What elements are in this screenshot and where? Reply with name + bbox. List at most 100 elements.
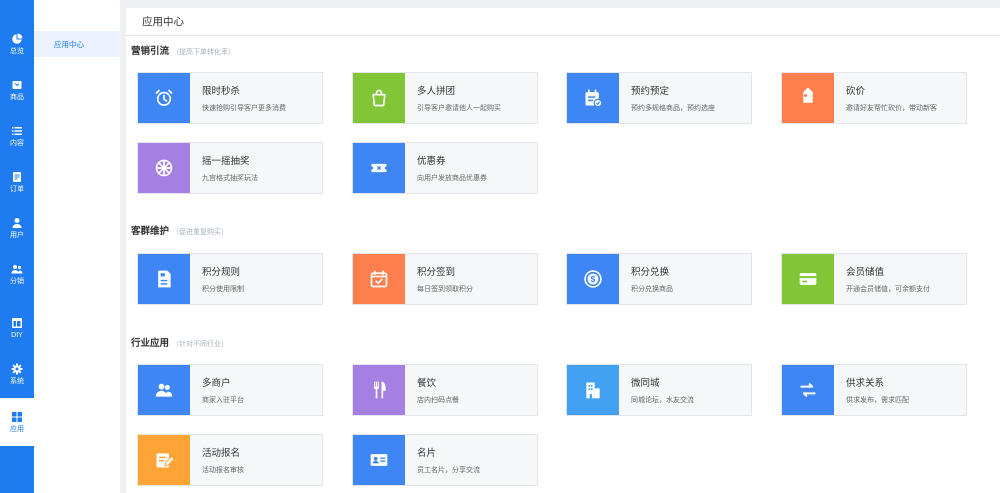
gear-icon <box>11 363 23 374</box>
sidebar-item-label: 商品 <box>10 93 24 101</box>
app-card-reservation[interactable]: 预约预定预约多规格商品，预约选座 <box>566 72 752 124</box>
app-card-desc: 员工名片，分享交流 <box>417 467 480 474</box>
calendar-check-icon <box>585 89 603 108</box>
price-tag-icon <box>803 88 813 103</box>
sidebar-item-label: 系统 <box>10 377 24 385</box>
order-icon <box>13 171 21 182</box>
app-card-title: 限时秒杀 <box>202 86 241 97</box>
product-icon <box>12 80 22 89</box>
app-card-desc: 开通会员储值，可余额支付 <box>846 286 930 293</box>
app-card-points-exchange[interactable]: $ 积分兑换积分兑换商品 <box>566 253 752 305</box>
app-center-content: 营销引流 （提高下单转化率） 限时秒杀 快速抢购引导客户更多消费 多人拼团 引导客户邀… <box>126 36 1000 493</box>
main-sidebar: 总览 商品 内容 订单 用户 分销 DIY 系统 应用 <box>0 0 34 493</box>
app-card-title: 活动报名 <box>202 448 241 459</box>
sidebar-item-label: 分销 <box>10 277 24 285</box>
app-card-lottery[interactable]: 摇一摇抽奖 九宫格式抽奖玩法 <box>137 142 323 194</box>
app-card-desc: 店内扫码点餐 <box>417 397 459 404</box>
app-card-group-buy[interactable]: 多人拼团引导客户邀请他人一起购买 <box>352 72 538 124</box>
exchange-arrows-icon <box>800 383 816 397</box>
pie-chart-icon <box>12 33 23 44</box>
app-card-desc: 积分使用限制 <box>202 286 244 293</box>
prize-wheel-icon <box>155 159 173 177</box>
sidebar-item-orders[interactable]: 订单 <box>0 159 34 205</box>
section-hint: （促进重复购买） <box>172 229 229 236</box>
credit-card-icon <box>799 273 817 285</box>
app-card-title: 预约预定 <box>631 86 670 97</box>
layout-icon <box>12 317 22 328</box>
app-card-local-city[interactable]: 微同城同城论坛，水友交流 <box>566 364 752 416</box>
dollar-coin-icon: $ <box>584 270 602 288</box>
app-card-catering[interactable]: 餐饮 店内扫码点餐 <box>352 364 538 416</box>
app-card-event-signup[interactable]: 活动报名活动报名审核 <box>137 434 323 486</box>
app-card-points-rules[interactable]: 积分规则 积分使用限制 <box>137 253 323 305</box>
user-icon <box>12 217 22 228</box>
alarm-clock-icon <box>155 89 173 106</box>
app-card-supply-demand[interactable]: 供求关系供求发布，需求匹配 <box>781 364 967 416</box>
sidebar-item-label: 总览 <box>10 47 24 55</box>
app-card-flash-sale[interactable]: 限时秒杀快速抢购引导客户更多消费 <box>137 72 323 124</box>
app-card-multi-merchant[interactable]: 多商户 商家入驻平台 <box>137 364 323 416</box>
app-card-desc: 供求发布，需求匹配 <box>846 397 909 404</box>
coupon-icon <box>371 163 387 173</box>
app-card-coupon[interactable]: 优惠券向用户发放商品优惠券 <box>352 142 538 194</box>
app-card-desc: 活动报名审核 <box>202 467 244 474</box>
app-card-desc: 快速抢购引导客户更多消费 <box>202 105 286 112</box>
document-icon <box>158 270 171 288</box>
sidebar-item-label: 应用 <box>10 425 24 433</box>
sidebar-item-apps[interactable]: 应用 <box>0 398 34 446</box>
app-card-title: 微同城 <box>631 378 660 389</box>
app-card-business-card[interactable]: 名片员工名片，分享交流 <box>352 434 538 486</box>
page-title: 应用中心 <box>126 8 1000 36</box>
app-card-title: 积分兑换 <box>631 267 670 278</box>
app-card-title: 积分签到 <box>417 267 456 278</box>
edit-form-icon <box>156 453 174 468</box>
app-card-desc: 同城论坛，水友交流 <box>631 397 694 404</box>
app-card-member-deposit[interactable]: 会员储值开通会员储值，可余额支付 <box>781 253 967 305</box>
fork-knife-icon <box>374 381 386 399</box>
app-card-title: 会员储值 <box>846 267 885 278</box>
group-icon <box>11 264 23 273</box>
sidebar-item-label: 用户 <box>10 231 24 239</box>
sidebar-item-label: 订单 <box>10 185 24 193</box>
app-card-desc: 每日签到领取积分 <box>417 286 473 293</box>
building-icon <box>586 382 600 399</box>
sidebar-item-content[interactable]: 内容 <box>0 113 34 159</box>
sub-navigation: 应用中心 <box>34 0 120 493</box>
section-title-industry: 行业应用 （针对不同行业） <box>131 338 229 349</box>
sidebar-item-label: DIY <box>11 331 23 339</box>
app-card-title: 多人拼团 <box>417 86 456 97</box>
apps-grid-icon <box>12 411 22 422</box>
app-card-title: 供求关系 <box>846 378 885 389</box>
app-card-desc: 引导客户邀请他人一起购买 <box>417 105 501 112</box>
section-hint: （提高下单转化率） <box>172 49 236 56</box>
sidebar-item-distribution[interactable]: 分销 <box>0 251 34 297</box>
app-card-desc: 积分兑换商品 <box>631 286 673 293</box>
calendar-checkin-icon <box>370 270 388 288</box>
app-card-desc: 预约多规格商品，预约选座 <box>631 105 715 112</box>
business-card-icon <box>370 454 388 466</box>
sidebar-item-diy[interactable]: DIY <box>0 305 34 351</box>
section-title-retention: 客群维护 （促进重复购买） <box>131 226 229 237</box>
merchants-icon <box>155 383 173 397</box>
app-card-bargain[interactable]: 砍价邀请好友帮忙砍价，带动新客 <box>781 72 967 124</box>
list-icon <box>12 126 22 135</box>
sidebar-item-users[interactable]: 用户 <box>0 205 34 251</box>
app-card-desc: 九宫格式抽奖玩法 <box>202 175 258 182</box>
app-card-points-checkin[interactable]: 积分签到每日签到领取积分 <box>352 253 538 305</box>
sidebar-item-label: 内容 <box>10 139 24 147</box>
app-card-title: 多商户 <box>202 378 231 389</box>
shopping-bag-icon <box>372 89 386 107</box>
sidebar-item-products[interactable]: 商品 <box>0 67 34 113</box>
app-card-title: 名片 <box>417 448 437 459</box>
sidebar-item-overview[interactable]: 总览 <box>0 21 34 67</box>
subnav-item-app-center[interactable]: 应用中心 <box>34 31 120 57</box>
app-card-title: 砍价 <box>846 86 866 97</box>
sidebar-item-system[interactable]: 系统 <box>0 351 34 397</box>
app-card-desc: 邀请好友帮忙砍价，带动新客 <box>846 105 937 112</box>
app-card-title: 餐饮 <box>417 378 437 389</box>
app-card-title: 优惠券 <box>417 156 446 167</box>
app-card-desc: 商家入驻平台 <box>202 397 244 404</box>
svg-text:$: $ <box>591 274 596 284</box>
app-card-desc: 向用户发放商品优惠券 <box>417 175 487 182</box>
section-hint: （针对不同行业） <box>172 341 229 348</box>
